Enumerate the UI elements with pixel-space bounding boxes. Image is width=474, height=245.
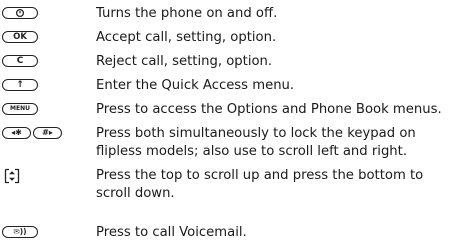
key-description: Turns the phone on and off. xyxy=(96,6,278,21)
key-description-line: Press both simultaneously to lock the ke… xyxy=(96,126,416,141)
key-description-line: Press the top to scroll up and press the… xyxy=(96,168,424,183)
star-key-icon: ◂✱ xyxy=(2,127,31,139)
key-description: Enter the Quick Access menu. xyxy=(96,78,295,93)
ok-key-label: OK xyxy=(13,31,27,42)
menu-key-label: MENU xyxy=(10,105,30,112)
scroll-key-icon xyxy=(4,168,20,184)
key-description: Press to call Voicemail. xyxy=(96,225,247,240)
key-description: Reject call, setting, option. xyxy=(96,54,273,69)
key-description: Press the top to scroll up and press the… xyxy=(96,167,474,203)
hash-key-label: #▸ xyxy=(42,128,53,137)
star-key-label: ◂✱ xyxy=(11,128,22,137)
key-description: Accept call, setting, option. xyxy=(96,30,277,45)
hash-key-icon: #▸ xyxy=(33,127,62,139)
voicemail-key-label: ✉)) xyxy=(13,227,27,237)
key-description-line: flipless models; also use to scroll left… xyxy=(96,144,408,159)
key-description: Press both simultaneously to lock the ke… xyxy=(96,125,474,161)
power-key-icon xyxy=(2,7,38,19)
up-arrow-label: ↑ xyxy=(16,79,24,90)
clear-key-icon: C xyxy=(2,55,38,67)
key-description-line: scroll down. xyxy=(96,186,175,201)
menu-key-icon: MENU xyxy=(2,103,38,115)
voicemail-key-icon: ✉)) xyxy=(2,226,38,238)
ok-key-icon: OK xyxy=(2,31,38,43)
up-arrow-key-icon: ↑ xyxy=(2,79,38,91)
clear-key-label: C xyxy=(16,55,24,66)
key-description: Press to access the Options and Phone Bo… xyxy=(96,102,442,117)
